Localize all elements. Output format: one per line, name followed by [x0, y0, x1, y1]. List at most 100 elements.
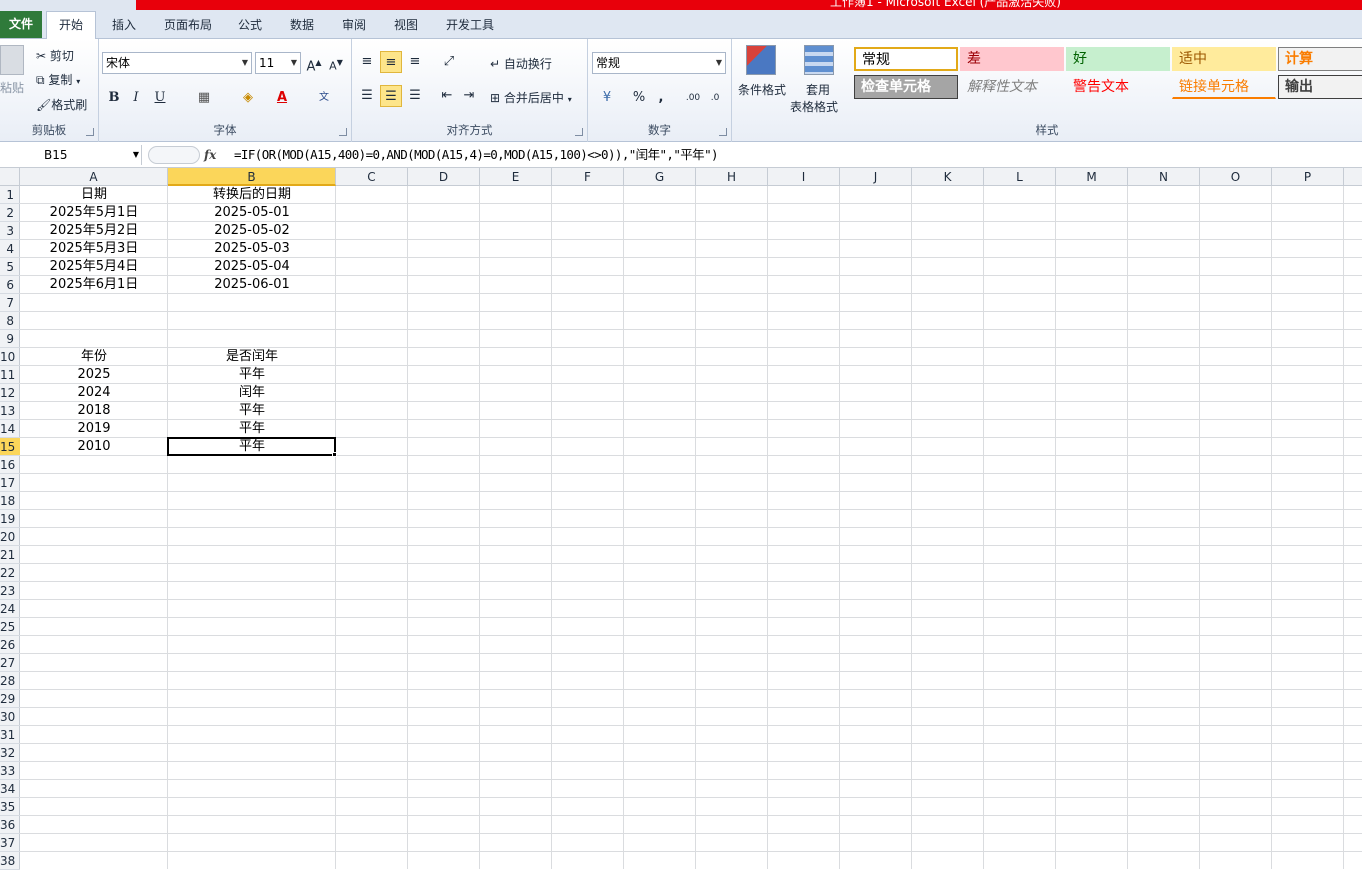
- border-icon[interactable]: ▦: [193, 87, 215, 109]
- tab-view[interactable]: 视图: [386, 16, 426, 38]
- row-header-6[interactable]: 6: [0, 276, 20, 294]
- cell-style-5[interactable]: 检查单元格: [854, 75, 958, 99]
- cell-B13[interactable]: 平年: [168, 402, 336, 420]
- decrease-indent-icon[interactable]: ⇤: [436, 85, 458, 107]
- clipboard-launcher[interactable]: [86, 128, 94, 136]
- cell-A4[interactable]: 2025年5月3日: [20, 240, 168, 258]
- column-header-C[interactable]: C: [336, 168, 408, 186]
- column-header-E[interactable]: E: [480, 168, 552, 186]
- phonetic-icon[interactable]: 文: [313, 87, 335, 109]
- align-bottom-icon[interactable]: ≡: [404, 51, 426, 73]
- paste-icon[interactable]: [0, 45, 24, 75]
- row-header-18[interactable]: 18: [0, 492, 20, 510]
- cell-B1[interactable]: 转换后的日期: [168, 186, 336, 204]
- column-header-A[interactable]: A: [20, 168, 168, 186]
- format-painter-button[interactable]: 🖌格式刷: [36, 96, 87, 113]
- cell-A15[interactable]: 2010: [20, 438, 168, 456]
- align-middle-icon[interactable]: ≡: [380, 51, 402, 73]
- tab-formulas[interactable]: 公式: [230, 16, 270, 38]
- font-size-select[interactable]: 11 ▼: [255, 52, 301, 74]
- bold-button[interactable]: B: [103, 87, 125, 109]
- row-header-34[interactable]: 34: [0, 780, 20, 798]
- table-format-icon[interactable]: [804, 45, 834, 75]
- cell-B2[interactable]: 2025-05-01: [168, 204, 336, 222]
- row-header-19[interactable]: 19: [0, 510, 20, 528]
- row-header-8[interactable]: 8: [0, 312, 20, 330]
- comma-button[interactable]: ,: [650, 87, 672, 109]
- underline-button[interactable]: U: [149, 87, 171, 109]
- row-header-20[interactable]: 20: [0, 528, 20, 546]
- tab-review[interactable]: 审阅: [334, 16, 374, 38]
- align-top-icon[interactable]: ≡: [356, 51, 378, 73]
- row-header-1[interactable]: 1: [0, 186, 20, 204]
- column-header-G[interactable]: G: [624, 168, 696, 186]
- cell-A1[interactable]: 日期: [20, 186, 168, 204]
- grow-font-button[interactable]: A▲: [303, 52, 325, 74]
- row-header-5[interactable]: 5: [0, 258, 20, 276]
- cell-style-6[interactable]: 解释性文本: [960, 75, 1064, 99]
- cell-A2[interactable]: 2025年5月1日: [20, 204, 168, 222]
- tab-page-layout[interactable]: 页面布局: [156, 16, 220, 38]
- increase-decimal-icon[interactable]: .00: [682, 87, 704, 109]
- align-center-icon[interactable]: ☰: [380, 85, 402, 107]
- conditional-format-icon[interactable]: [746, 45, 776, 75]
- cell-style-4[interactable]: 计算: [1278, 47, 1362, 71]
- row-header-38[interactable]: 38: [0, 852, 20, 870]
- cell-A3[interactable]: 2025年5月2日: [20, 222, 168, 240]
- tab-file[interactable]: 文件: [0, 11, 42, 38]
- row-header-36[interactable]: 36: [0, 816, 20, 834]
- row-header-31[interactable]: 31: [0, 726, 20, 744]
- cell-style-9[interactable]: 输出: [1278, 75, 1362, 99]
- copy-button[interactable]: ⧉ 复制 ▾: [36, 71, 80, 88]
- column-header-F[interactable]: F: [552, 168, 624, 186]
- conditional-format-button[interactable]: 条件格式: [738, 81, 786, 98]
- select-all-corner[interactable]: [0, 168, 20, 186]
- row-header-2[interactable]: 2: [0, 204, 20, 222]
- font-color-icon[interactable]: A: [271, 87, 293, 109]
- column-header-N[interactable]: N: [1128, 168, 1200, 186]
- row-header-16[interactable]: 16: [0, 456, 20, 474]
- wrap-text-button[interactable]: ↵ 自动换行: [490, 55, 552, 72]
- increase-indent-icon[interactable]: ⇥: [458, 85, 480, 107]
- name-box[interactable]: B15 ▼: [0, 145, 142, 165]
- row-header-25[interactable]: 25: [0, 618, 20, 636]
- cell-A6[interactable]: 2025年6月1日: [20, 276, 168, 294]
- format-as-table-line2[interactable]: 表格格式: [790, 98, 838, 115]
- format-as-table-line1[interactable]: 套用: [806, 81, 830, 98]
- cell-A12[interactable]: 2024: [20, 384, 168, 402]
- row-header-29[interactable]: 29: [0, 690, 20, 708]
- cell-style-8[interactable]: 链接单元格: [1172, 75, 1276, 99]
- cell-B11[interactable]: 平年: [168, 366, 336, 384]
- row-header-9[interactable]: 9: [0, 330, 20, 348]
- cut-button[interactable]: ✂ 剪切: [36, 47, 74, 64]
- fill-color-icon[interactable]: ◈: [237, 87, 259, 109]
- row-header-23[interactable]: 23: [0, 582, 20, 600]
- font-name-select[interactable]: 宋体 ▼: [102, 52, 252, 74]
- column-header-J[interactable]: J: [840, 168, 912, 186]
- cell-A10[interactable]: 年份: [20, 348, 168, 366]
- row-header-12[interactable]: 12: [0, 384, 20, 402]
- row-header-22[interactable]: 22: [0, 564, 20, 582]
- percent-button[interactable]: %: [628, 87, 650, 109]
- quick-access-toolbar[interactable]: [0, 0, 136, 10]
- cell-style-7[interactable]: 警告文本: [1066, 75, 1170, 99]
- italic-button[interactable]: I: [125, 87, 147, 109]
- align-left-icon[interactable]: ☰: [356, 85, 378, 107]
- column-header-P[interactable]: P: [1272, 168, 1344, 186]
- cell-A11[interactable]: 2025: [20, 366, 168, 384]
- column-header-H[interactable]: H: [696, 168, 768, 186]
- number-launcher[interactable]: [719, 128, 727, 136]
- tab-data[interactable]: 数据: [282, 16, 322, 38]
- column-header-L[interactable]: L: [984, 168, 1056, 186]
- row-header-27[interactable]: 27: [0, 654, 20, 672]
- cell-A13[interactable]: 2018: [20, 402, 168, 420]
- orientation-icon[interactable]: ⤢: [438, 51, 460, 73]
- tab-insert[interactable]: 插入: [104, 16, 144, 38]
- row-header-30[interactable]: 30: [0, 708, 20, 726]
- row-header-11[interactable]: 11: [0, 366, 20, 384]
- cell-B10[interactable]: 是否闰年: [168, 348, 336, 366]
- row-header-21[interactable]: 21: [0, 546, 20, 564]
- shrink-font-button[interactable]: A▼: [325, 52, 347, 74]
- cell-B3[interactable]: 2025-05-02: [168, 222, 336, 240]
- row-header-28[interactable]: 28: [0, 672, 20, 690]
